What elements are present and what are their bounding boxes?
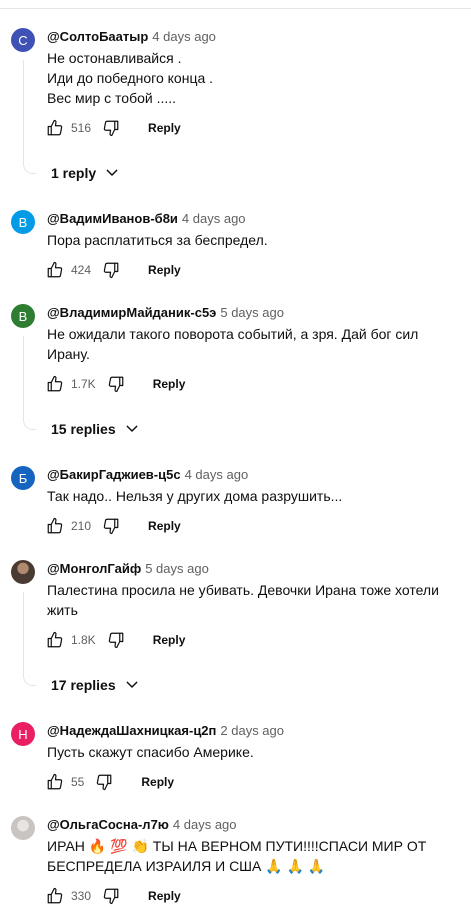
comment-header: @МонголГайф 5 days ago bbox=[47, 561, 209, 576]
comment-line: жить bbox=[47, 602, 78, 618]
view-replies-button[interactable]: 1 reply bbox=[51, 165, 120, 181]
thumbs-up-icon[interactable] bbox=[46, 631, 64, 649]
replies-label: 15 replies bbox=[51, 421, 116, 437]
comment-line: Пусть скажут спасибо Америке. bbox=[47, 744, 254, 760]
reply-button[interactable]: Reply bbox=[148, 519, 181, 533]
comment-text: ИРАН 🔥 💯 👏 ТЫ НА ВЕРНОМ ПУТИ!!!!СПАСИ МИ… bbox=[47, 836, 457, 876]
comment-text: Так надо.. Нельзя у других дома разрушит… bbox=[47, 486, 457, 506]
author-name[interactable]: @СолтоБаатыр bbox=[47, 29, 148, 44]
like-count: 1.7K bbox=[71, 377, 96, 391]
comment-text: Не ожидали такого поворота событий, а зр… bbox=[47, 324, 457, 364]
comment-text: Палестина просила не убивать. Девочки Ир… bbox=[47, 580, 457, 620]
thread-line bbox=[23, 592, 24, 672]
thumbs-down-icon[interactable] bbox=[102, 887, 120, 905]
comment-line: Вес мир с тобой ..... bbox=[47, 90, 177, 106]
comment-time[interactable]: 5 days ago bbox=[220, 305, 284, 320]
comment-line: ИРАН 🔥 💯 👏 ТЫ НА ВЕРНОМ ПУТИ!!!!СПАСИ МИ… bbox=[47, 838, 427, 854]
comment-header: @ВадимИванов-б8и 4 days ago bbox=[47, 211, 246, 226]
comment-text: Пусть скажут спасибо Америке. bbox=[47, 742, 457, 762]
chevron-down-icon bbox=[126, 425, 138, 432]
comment-time[interactable]: 4 days ago bbox=[152, 29, 216, 44]
comment-actions: 424 Reply bbox=[46, 260, 181, 280]
avatar[interactable]: В bbox=[11, 210, 35, 234]
comment-line: Палестина просила не убивать. Девочки Ир… bbox=[47, 582, 439, 598]
reply-button[interactable]: Reply bbox=[153, 633, 186, 647]
like-count: 1.8K bbox=[71, 633, 96, 647]
thumbs-up-icon[interactable] bbox=[46, 119, 64, 137]
chevron-down-icon bbox=[106, 169, 118, 176]
avatar[interactable]: Б bbox=[11, 466, 35, 490]
comment-time[interactable]: 4 days ago bbox=[173, 817, 237, 832]
comment-text: Не остонавливайся . Иди до победного кон… bbox=[47, 48, 457, 108]
view-replies-button[interactable]: 17 replies bbox=[51, 677, 140, 693]
view-replies-button[interactable]: 15 replies bbox=[51, 421, 140, 437]
comment-line: Ирану. bbox=[47, 346, 90, 362]
like-count: 516 bbox=[71, 121, 92, 135]
reply-button[interactable]: Reply bbox=[148, 121, 181, 135]
comment-line: Не остонавливайся . bbox=[47, 50, 182, 66]
comment-header: @ОльгаСосна-л7ю 4 days ago bbox=[47, 817, 237, 832]
thread-connector bbox=[23, 415, 36, 430]
avatar[interactable] bbox=[11, 560, 35, 584]
thread-line bbox=[23, 336, 24, 416]
comment-actions: 516 Reply bbox=[46, 118, 181, 138]
reply-button[interactable]: Reply bbox=[153, 377, 186, 391]
thumbs-up-icon[interactable] bbox=[46, 261, 64, 279]
author-name[interactable]: @ВадимИванов-б8и bbox=[47, 211, 178, 226]
comment-time[interactable]: 5 days ago bbox=[145, 561, 209, 576]
comment-header: @НадеждаШахницкая-ц2п 2 days ago bbox=[47, 723, 284, 738]
comment-line: Не ожидали такого поворота событий, а зр… bbox=[47, 326, 419, 342]
top-divider bbox=[0, 8, 471, 9]
thumbs-down-icon[interactable] bbox=[95, 773, 113, 791]
thumbs-up-icon[interactable] bbox=[46, 517, 64, 535]
thumbs-up-icon[interactable] bbox=[46, 375, 64, 393]
author-name[interactable]: @НадеждаШахницкая-ц2п bbox=[47, 723, 216, 738]
like-count: 330 bbox=[71, 889, 92, 903]
avatar[interactable] bbox=[11, 816, 35, 840]
thumbs-down-icon[interactable] bbox=[102, 261, 120, 279]
comment-line: БЕСПРЕДЕЛА ИЗРАИЛЯ И США 🙏 🙏 🙏 bbox=[47, 858, 326, 874]
comment-actions: 330 Reply bbox=[46, 886, 181, 906]
replies-label: 1 reply bbox=[51, 165, 97, 181]
comment-actions: 55 Reply bbox=[46, 772, 174, 792]
comment-time[interactable]: 2 days ago bbox=[220, 723, 284, 738]
comment-line: Так надо.. Нельзя у других дома разрушит… bbox=[47, 488, 343, 504]
comment-actions: 1.8K Reply bbox=[46, 630, 185, 650]
comment-line: Иди до победного конца . bbox=[47, 70, 214, 86]
author-name[interactable]: @ОльгаСосна-л7ю bbox=[47, 817, 169, 832]
thread-connector bbox=[23, 671, 36, 686]
author-name[interactable]: @МонголГайф bbox=[47, 561, 141, 576]
comment-text: Пора расплатиться за беспредел. bbox=[47, 230, 457, 250]
thumbs-down-icon[interactable] bbox=[107, 375, 125, 393]
thumbs-down-icon[interactable] bbox=[102, 517, 120, 535]
thumbs-up-icon[interactable] bbox=[46, 773, 64, 791]
comment-actions: 1.7K Reply bbox=[46, 374, 185, 394]
like-count: 424 bbox=[71, 263, 92, 277]
thread-line bbox=[23, 60, 24, 160]
thumbs-down-icon[interactable] bbox=[107, 631, 125, 649]
comment-time[interactable]: 4 days ago bbox=[182, 211, 246, 226]
replies-label: 17 replies bbox=[51, 677, 116, 693]
reply-button[interactable]: Reply bbox=[148, 263, 181, 277]
comment-actions: 210 Reply bbox=[46, 516, 181, 536]
thumbs-down-icon[interactable] bbox=[102, 119, 120, 137]
like-count: 55 bbox=[71, 775, 85, 789]
avatar[interactable]: С bbox=[11, 28, 35, 52]
comment-line: Пора расплатиться за беспредел. bbox=[47, 232, 268, 248]
comment-header: @ВладимирМайданик-с5э 5 days ago bbox=[47, 305, 284, 320]
chevron-down-icon bbox=[126, 681, 138, 688]
comment-time[interactable]: 4 days ago bbox=[185, 467, 249, 482]
reply-button[interactable]: Reply bbox=[148, 889, 181, 903]
comment-header: @СолтоБаатыр 4 days ago bbox=[47, 29, 216, 44]
author-name[interactable]: @ВладимирМайданик-с5э bbox=[47, 305, 216, 320]
thread-connector bbox=[23, 159, 36, 174]
like-count: 210 bbox=[71, 519, 92, 533]
thumbs-up-icon[interactable] bbox=[46, 887, 64, 905]
comment-header: @БакирГаджиев-ц5с 4 days ago bbox=[47, 467, 248, 482]
avatar[interactable]: В bbox=[11, 304, 35, 328]
reply-button[interactable]: Reply bbox=[141, 775, 174, 789]
author-name[interactable]: @БакирГаджиев-ц5с bbox=[47, 467, 181, 482]
avatar[interactable]: Н bbox=[11, 722, 35, 746]
